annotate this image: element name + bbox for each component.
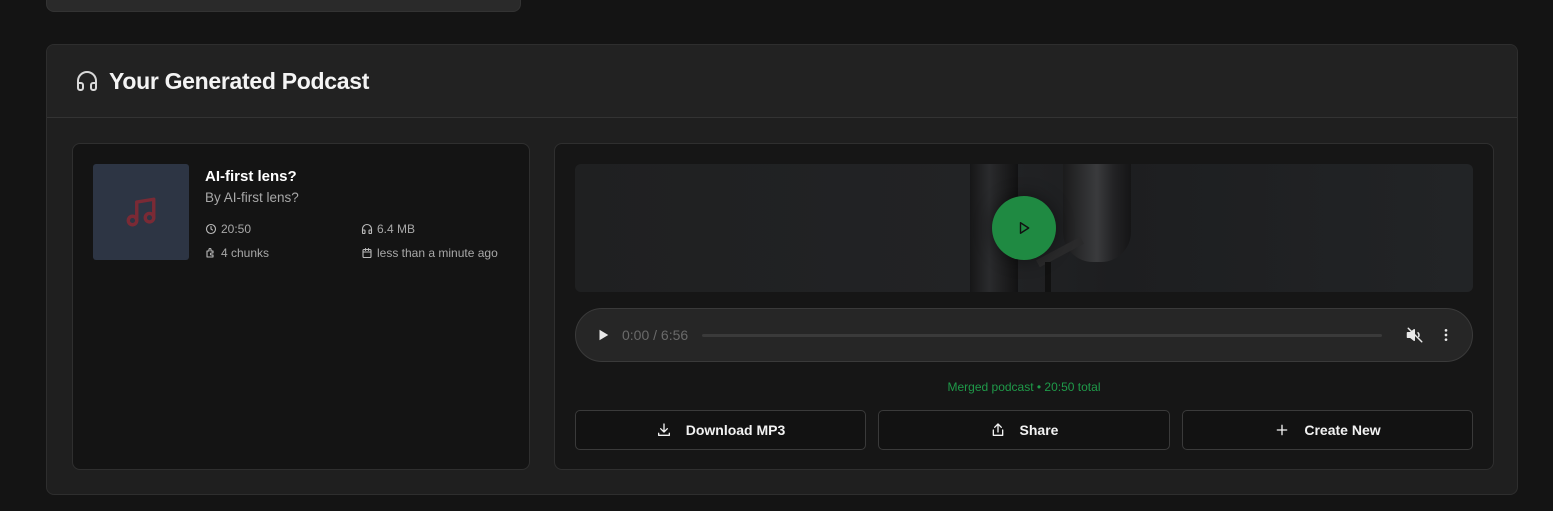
share-icon — [992, 423, 1003, 436]
created-meta: less than a minute ago — [361, 246, 498, 260]
panel-title: Your Generated Podcast — [109, 67, 370, 94]
headphones-icon — [77, 71, 97, 91]
chunks-meta: 4 chunks — [205, 246, 269, 260]
puzzle-icon — [206, 247, 214, 258]
download-mp3-button[interactable]: Download MP3 — [575, 410, 866, 450]
audio-progress-bar[interactable] — [702, 333, 1383, 337]
player-card: 0:00 / 6:56 Merged podcast • 20:50 total… — [554, 143, 1494, 470]
plus-icon — [1277, 424, 1288, 436]
episode-title: AI-first lens? — [205, 168, 297, 185]
panel-header: Your Generated Podcast — [47, 45, 1517, 118]
create-new-button[interactable]: Create New — [1182, 410, 1473, 450]
chunks-value: 4 chunks — [221, 246, 270, 260]
audio-play-button[interactable] — [596, 328, 610, 342]
more-options-icon[interactable] — [1438, 327, 1454, 343]
size-value: 6.4 MB — [377, 222, 416, 236]
audio-time: 0:00 / 6:56 — [622, 327, 689, 343]
episode-cover — [93, 164, 189, 260]
headphones-small-icon — [361, 223, 373, 235]
calendar-icon — [362, 247, 372, 259]
episode-info-card: AI-first lens? By AI-first lens? 20:50 6… — [72, 143, 530, 470]
merge-status: Merged podcast • 20:50 total — [947, 380, 1101, 394]
create-label: Create New — [1304, 422, 1381, 438]
size-meta: 6.4 MB — [361, 222, 415, 236]
download-label: Download MP3 — [685, 422, 786, 438]
podcast-panel: Your Generated Podcast AI-first lens? By… — [46, 44, 1518, 495]
muted-speaker-icon[interactable] — [1406, 326, 1424, 344]
music-note-icon — [126, 197, 156, 227]
duration-value: 20:50 — [221, 222, 252, 236]
duration-meta: 20:50 — [205, 222, 251, 236]
share-button[interactable]: Share — [878, 410, 1170, 450]
episode-author: By AI-first lens? — [205, 190, 299, 205]
cover-image — [575, 164, 1473, 292]
clock-icon — [205, 223, 217, 235]
audio-player[interactable]: 0:00 / 6:56 — [575, 308, 1473, 362]
share-label: Share — [1019, 422, 1059, 438]
download-icon — [657, 423, 670, 436]
play-icon — [1019, 222, 1030, 234]
big-play-button[interactable] — [992, 196, 1056, 260]
microphone-pole-image — [1045, 262, 1051, 292]
previous-card — [46, 0, 521, 12]
created-value: less than a minute ago — [377, 246, 498, 260]
